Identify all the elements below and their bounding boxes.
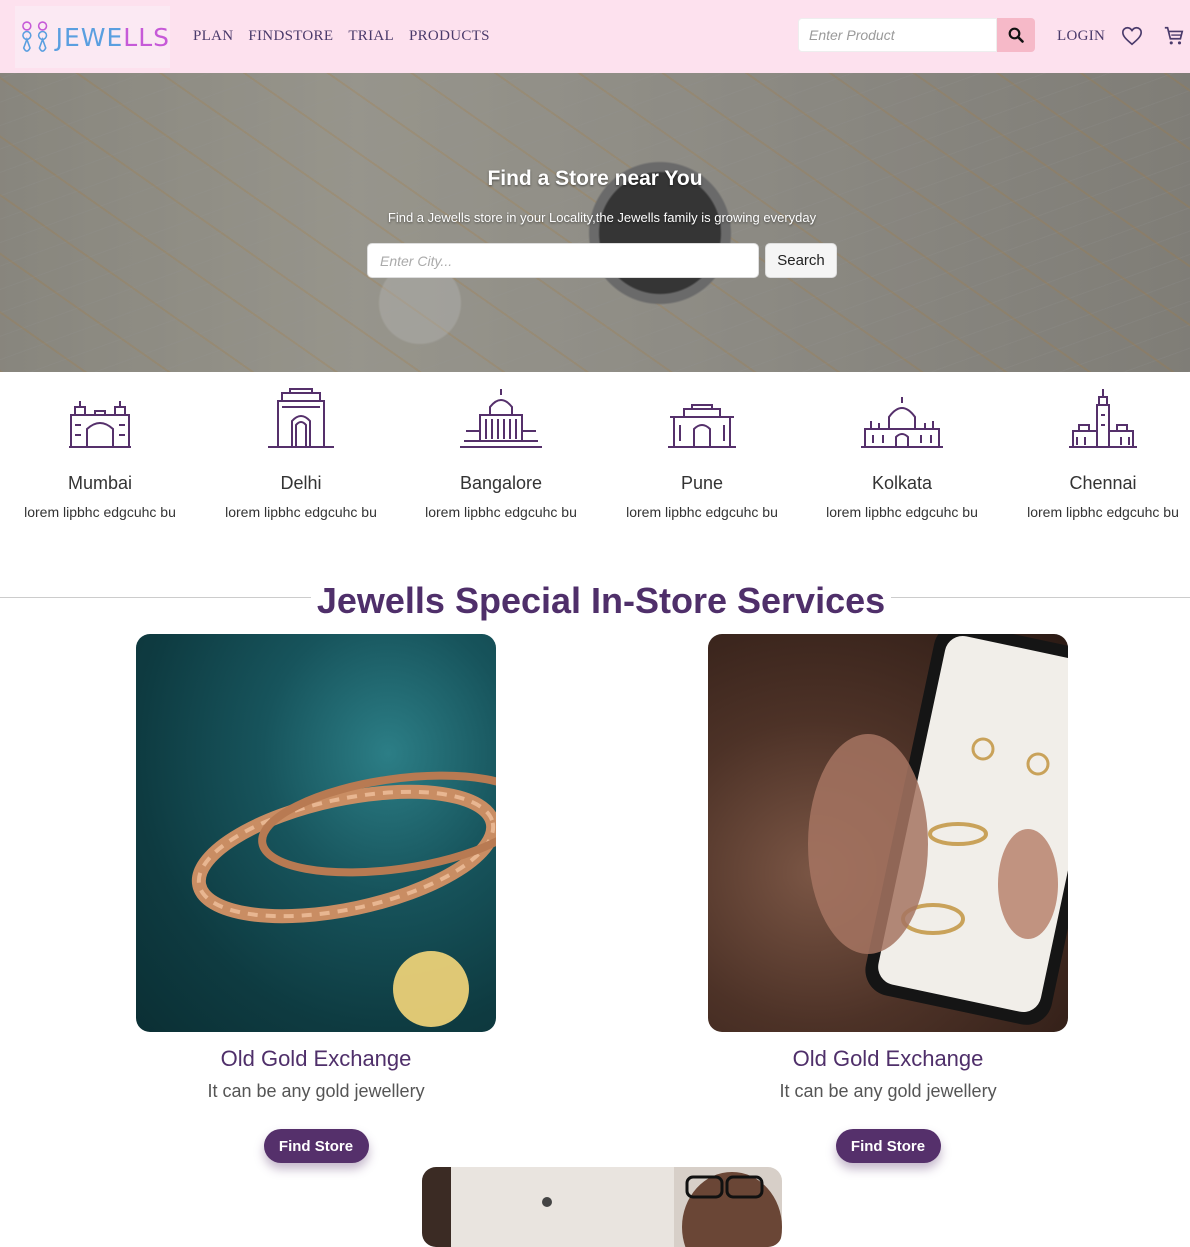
services-title-text: Jewells Special In-Store Services [310, 580, 892, 621]
india-gate-icon [268, 388, 334, 448]
service-card-subtitle: It can be any gold jewellery [779, 1081, 997, 1101]
hero-subtitle: Find a Jewells store in your Locality,th… [387, 210, 817, 225]
phone-shopping-photo [708, 634, 1068, 1032]
city-description: lorem lipbhc edgcuhc bu [1027, 504, 1179, 520]
nav-link-products[interactable]: PRODUCTS [409, 28, 490, 45]
cart-icon[interactable] [1163, 25, 1185, 47]
service-card-photo-partial [422, 1167, 782, 1247]
product-search-button[interactable] [997, 18, 1035, 52]
top-navbar: JEWELLS PLAN FINDSTORE TRIAL PRODUCTS LO… [0, 0, 1190, 73]
heart-icon[interactable] [1121, 25, 1143, 47]
city-name: Mumbai [67, 473, 133, 493]
login-link[interactable]: LOGIN [1057, 28, 1105, 45]
bangles-illustration [191, 771, 496, 1027]
brand-name: JEWELLS [56, 23, 170, 52]
brand-name-part2: LLS [123, 22, 170, 52]
bangles-photo [136, 634, 496, 1032]
city-item-chennai[interactable]: Chennai lorem lipbhc edgcuhc bu [1003, 385, 1190, 520]
service-card: Old Gold Exchange It can be any gold jew… [708, 634, 1068, 1163]
gateway-of-india-icon [69, 401, 131, 448]
city-description: lorem lipbhc edgcuhc bu [225, 504, 377, 520]
city-name: Delhi [280, 473, 322, 493]
nav-link-plan[interactable]: PLAN [193, 28, 233, 45]
brand-logo[interactable]: JEWELLS [15, 6, 170, 68]
search-icon [1008, 27, 1024, 43]
service-card-title: Old Gold Exchange [220, 1046, 412, 1071]
city-item-bangalore[interactable]: Bangalore lorem lipbhc edgcuhc bu [401, 385, 601, 520]
vidhana-soudha-icon [460, 389, 542, 448]
service-card-subtitle: It can be any gold jewellery [207, 1081, 425, 1101]
services-title: Jewells Special In-Store Services [0, 580, 1190, 622]
hero-title: Find a Store near You [487, 167, 703, 190]
city-search-input[interactable] [367, 243, 759, 278]
shaniwar-wada-icon [668, 404, 736, 448]
city-item-delhi[interactable]: Delhi lorem lipbhc edgcuhc bu [201, 385, 401, 520]
city-search-button[interactable]: Search [765, 243, 837, 278]
find-store-button[interactable]: Find Store [263, 1129, 369, 1163]
nav-link-trial[interactable]: TRIAL [348, 28, 394, 45]
phone-illustration [808, 634, 1068, 1025]
city-name: Bangalore [459, 473, 543, 493]
victoria-memorial-icon [861, 397, 943, 448]
find-store-button[interactable]: Find Store [835, 1129, 941, 1163]
nav-link-findstore[interactable]: FINDSTORE [248, 28, 333, 45]
city-list: Mumbai lorem lipbhc edgcuhc bu Delhi lor… [0, 385, 1190, 545]
product-search-input[interactable] [798, 18, 997, 52]
city-name: Chennai [1069, 473, 1137, 493]
service-card-title: Old Gold Exchange [792, 1046, 984, 1071]
earring-logo-icon [22, 21, 48, 52]
staff-photo-illustration [542, 1172, 782, 1247]
city-item-pune[interactable]: Pune lorem lipbhc edgcuhc bu [602, 385, 802, 520]
city-name: Kolkata [871, 473, 933, 493]
city-item-mumbai[interactable]: Mumbai lorem lipbhc edgcuhc bu [0, 385, 200, 520]
city-description: lorem lipbhc edgcuhc bu [626, 504, 778, 520]
city-description: lorem lipbhc edgcuhc bu [826, 504, 978, 520]
brand-name-part1: JEWE [55, 22, 124, 52]
product-search [798, 18, 1035, 52]
city-item-kolkata[interactable]: Kolkata lorem lipbhc edgcuhc bu [802, 385, 1002, 520]
city-description: lorem lipbhc edgcuhc bu [425, 504, 577, 520]
city-description: lorem lipbhc edgcuhc bu [24, 504, 176, 520]
chennai-landmark-icon [1069, 389, 1137, 448]
find-store-hero: Find a Store near You Find a Jewells sto… [0, 73, 1190, 372]
service-card: Old Gold Exchange It can be any gold jew… [136, 634, 496, 1163]
main-menu: PLAN FINDSTORE TRIAL PRODUCTS [193, 28, 490, 45]
city-name: Pune [680, 473, 724, 493]
